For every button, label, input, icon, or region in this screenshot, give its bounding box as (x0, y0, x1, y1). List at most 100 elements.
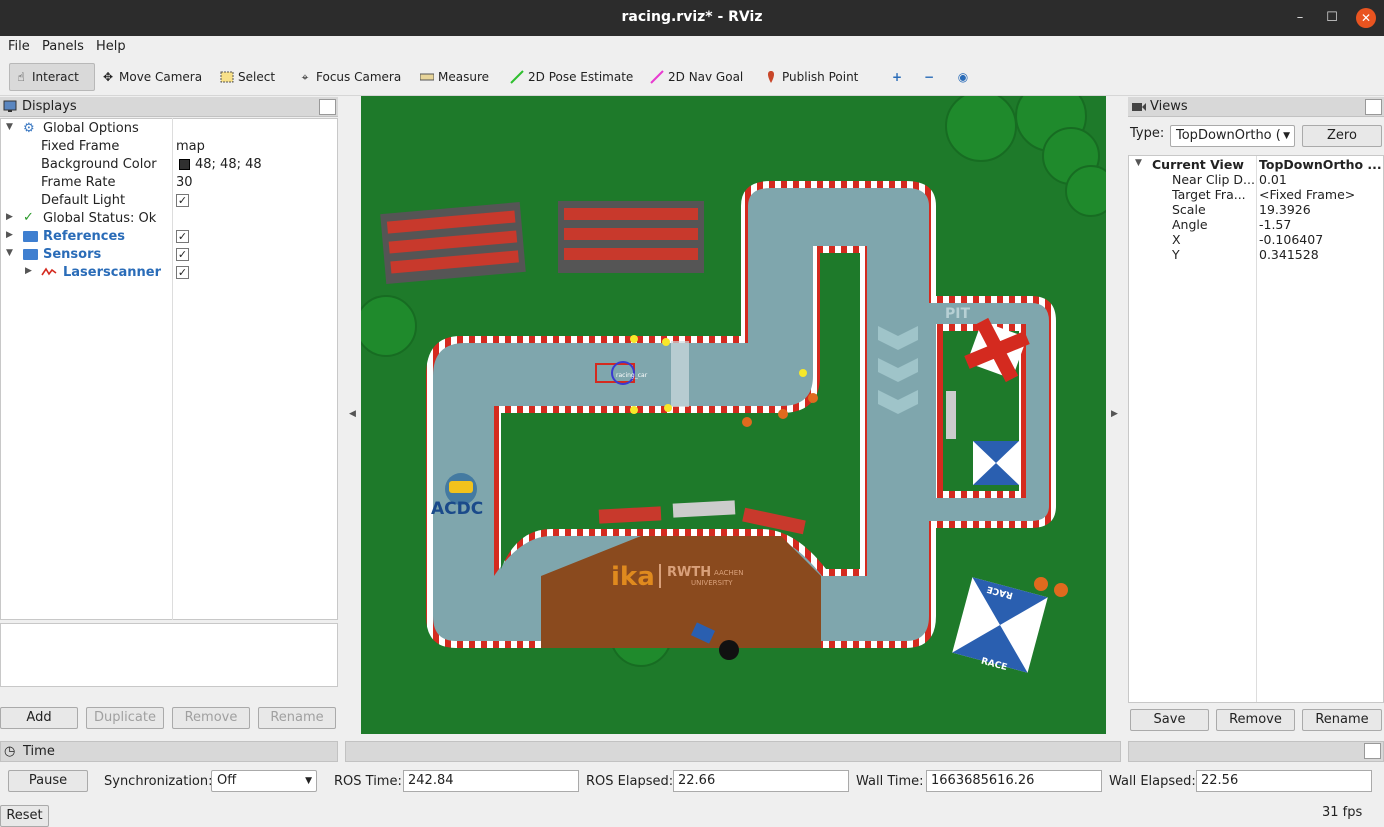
fixed-frame-value[interactable]: map (176, 139, 205, 154)
view-prop-value[interactable]: -1.57 (1259, 217, 1291, 232)
window-titlebar: racing.rviz* - RViz – ☐ ✕ (0, 0, 1384, 36)
nav-goal-label: 2D Nav Goal (668, 70, 744, 84)
default-light-checkbox[interactable]: ✓ (176, 194, 189, 207)
tree-row-frame-rate[interactable]: Frame Rate 30 (1, 174, 337, 192)
collapsed-arrow-icon: ▶ (25, 266, 32, 276)
frame-rate-value[interactable]: 30 (176, 175, 193, 190)
render-viewport[interactable]: racing_car PIT RACE RACE ACDC ika RWTH A… (361, 96, 1106, 734)
add-display-button[interactable]: Add (0, 707, 78, 729)
views-column-divider[interactable] (1256, 156, 1257, 702)
rename-display-button[interactable]: Rename (258, 707, 336, 729)
interact-tool[interactable]: ☝ Interact (9, 63, 95, 91)
sensors-checkbox[interactable]: ✓ (176, 248, 189, 261)
background-color-label: Background Color (41, 157, 157, 172)
current-view-type: TopDownOrtho ... (1259, 157, 1382, 172)
current-view-label: Current View (1152, 157, 1244, 172)
maximize-button[interactable]: ☐ (1322, 8, 1342, 28)
global-options-label: Global Options (43, 121, 139, 136)
laserscanner-label: Laserscanner (63, 265, 161, 280)
reset-button[interactable]: Reset (0, 805, 49, 827)
view-type-select[interactable]: TopDownOrtho ( ▼ (1170, 125, 1295, 147)
rwth-text: RWTH (667, 565, 711, 580)
views-title: Views (1150, 99, 1188, 114)
tree-row-laserscanner[interactable]: ▶ Laserscanner ✓ (1, 264, 337, 282)
wall-time-label: Wall Time: (856, 774, 924, 789)
menu-help[interactable]: Help (96, 39, 126, 54)
tree-row-background-color[interactable]: Background Color 48; 48; 48 (1, 156, 337, 174)
car-label: racing_car (616, 372, 648, 379)
color-swatch[interactable] (179, 159, 190, 170)
sync-select[interactable]: Off ▼ (211, 770, 317, 792)
views-header: Views (1128, 97, 1384, 117)
menu-file[interactable]: File (8, 39, 30, 54)
tool-visibility-button[interactable]: ◉ (952, 63, 974, 91)
nav-goal-tool[interactable]: 2D Nav Goal (646, 63, 747, 91)
references-checkbox[interactable]: ✓ (176, 230, 189, 243)
view-prop-value[interactable]: 0.01 (1259, 172, 1287, 187)
remove-view-button[interactable]: Remove (1216, 709, 1295, 731)
minimize-button[interactable]: – (1290, 8, 1310, 28)
race-track-map: racing_car PIT RACE RACE ACDC ika RWTH A… (361, 96, 1106, 734)
select-icon (220, 70, 234, 84)
wall-elapsed-field[interactable]: 22.56 (1196, 770, 1372, 792)
select-label: Select (238, 70, 276, 84)
view-prop-label: Y (1172, 247, 1180, 262)
displays-tree: ▼ ⚙ Global Options Fixed Frame map Backg… (0, 118, 338, 620)
background-color-value[interactable]: 48; 48; 48 (195, 157, 262, 172)
time-close-button[interactable] (1364, 743, 1381, 759)
green-arrow-icon (510, 70, 524, 84)
view-prop-label: Scale (1172, 202, 1206, 217)
tree-column-divider[interactable] (172, 118, 173, 620)
ika-text: ika (611, 562, 655, 592)
pit-label: PIT (945, 306, 970, 322)
wall-time-field[interactable]: 1663685616.26 (926, 770, 1102, 792)
rwth-sub2: UNIVERSITY (691, 579, 733, 587)
sync-label: Synchronization: (104, 774, 213, 789)
move-camera-tool[interactable]: ✥ Move Camera (97, 63, 206, 91)
tree-row-references[interactable]: ▶ References ✓ (1, 228, 337, 246)
collapse-left-arrow-icon[interactable]: ◀ (349, 409, 356, 419)
views-close-button[interactable] (1365, 99, 1382, 115)
select-tool[interactable]: Select (216, 63, 279, 91)
pose-estimate-tool[interactable]: 2D Pose Estimate (506, 63, 637, 91)
collapse-right-arrow-icon[interactable]: ▶ (1111, 409, 1118, 419)
pause-button[interactable]: Pause (8, 770, 88, 792)
displays-close-button[interactable] (319, 99, 336, 115)
laserscanner-checkbox[interactable]: ✓ (176, 266, 189, 279)
publish-point-tool[interactable]: Publish Point (760, 63, 862, 91)
camera-icon (1131, 101, 1147, 117)
view-prop-value[interactable]: 19.3926 (1259, 202, 1311, 217)
pink-arrow-icon (650, 70, 664, 84)
duplicate-display-button[interactable]: Duplicate (86, 707, 164, 729)
view-prop-value[interactable]: <Fixed Frame> (1259, 187, 1355, 202)
view-prop-value[interactable]: -0.106407 (1259, 232, 1323, 247)
tree-row-global-status[interactable]: ▶ ✓ Global Status: Ok (1, 210, 337, 228)
focus-camera-tool[interactable]: ⌖ Focus Camera (294, 63, 405, 91)
view-prop-value[interactable]: 0.341528 (1259, 247, 1319, 262)
save-view-button[interactable]: Save (1130, 709, 1209, 731)
wall-elapsed-label: Wall Elapsed: (1109, 774, 1196, 789)
remove-tool-button[interactable]: − (918, 63, 940, 91)
measure-tool[interactable]: Measure (416, 63, 493, 91)
tree-row-sensors[interactable]: ▼ Sensors ✓ (1, 246, 337, 264)
rename-view-button[interactable]: Rename (1302, 709, 1382, 731)
grandstand-left (380, 202, 526, 284)
folder-icon (23, 249, 38, 260)
tree-row-global-options[interactable]: ▼ ⚙ Global Options (1, 120, 337, 138)
remove-display-button[interactable]: Remove (172, 707, 250, 729)
focus-camera-icon: ⌖ (301, 70, 309, 84)
add-tool-button[interactable]: + (886, 63, 908, 91)
tree-row-default-light[interactable]: Default Light ✓ (1, 192, 337, 210)
zero-view-button[interactable]: Zero (1302, 125, 1382, 147)
view-prop-label: Target Fra... (1172, 187, 1246, 202)
displays-title: Displays (22, 99, 77, 114)
minus-icon: − (923, 70, 935, 84)
ros-time-field[interactable]: 242.84 (403, 770, 579, 792)
folder-icon (23, 231, 38, 242)
view-prop-label: Near Clip D... (1172, 172, 1255, 187)
tree-row-fixed-frame[interactable]: Fixed Frame map (1, 138, 337, 156)
fps-readout: 31 fps (1322, 805, 1363, 820)
menu-panels[interactable]: Panels (42, 39, 84, 54)
close-button[interactable]: ✕ (1356, 8, 1376, 28)
ros-elapsed-field[interactable]: 22.66 (673, 770, 849, 792)
